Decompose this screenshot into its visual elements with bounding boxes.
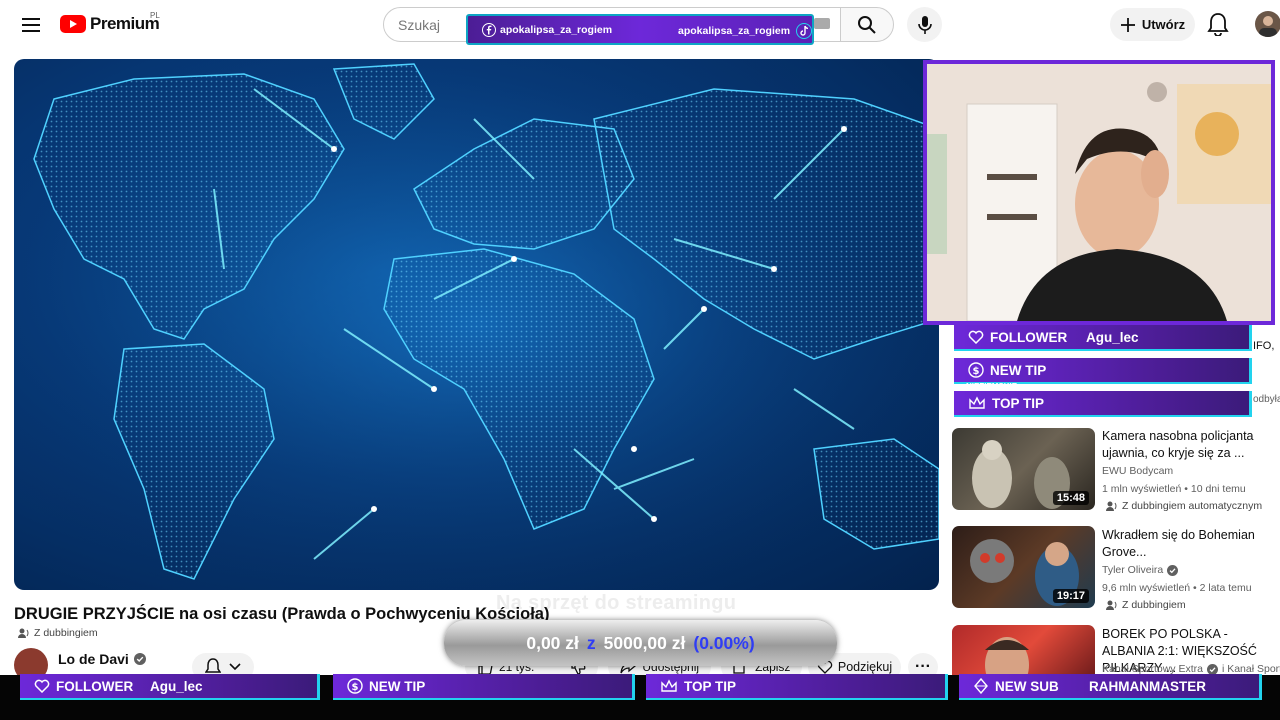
bottom-alert-new-tip: $ NEW TIP	[333, 674, 635, 700]
truncated-meta-fragment: odbyła	[1253, 394, 1280, 405]
alert-type: FOLLOWER	[56, 678, 134, 694]
video-duration: 19:17	[1052, 589, 1089, 603]
svg-text:$: $	[352, 682, 359, 693]
donation-percent: (0.00%)	[693, 632, 755, 653]
recommendation-channel[interactable]: EWU Bodycam	[1102, 465, 1173, 477]
crown-icon	[660, 679, 678, 693]
recommendation-title[interactable]: Wkradłem się do Bohemian Grove...	[1102, 527, 1272, 561]
search-icon	[858, 15, 876, 34]
alert-value: Agu_lec	[1086, 329, 1139, 345]
recommendation-thumbnail[interactable]: 19:17	[952, 526, 1095, 608]
youtube-premium-logo[interactable]: Premium	[60, 14, 160, 34]
recommendation-channel[interactable]: Tyler Oliveira	[1102, 564, 1179, 576]
sidebar-alert-top-tip: TOP TIP	[954, 391, 1252, 417]
recommendation-meta: 9,6 mln wyświetleń • 2 lata temu	[1102, 582, 1252, 594]
search-placeholder: Szukaj	[398, 17, 441, 33]
recommendation-meta: 1 mln wyświetleń • 10 dni temu	[1102, 483, 1246, 495]
diamond-icon	[973, 678, 989, 694]
verified-icon	[1206, 663, 1218, 675]
video-dub-tag: Z dubbingiem	[18, 627, 98, 639]
heart-icon	[968, 330, 984, 344]
chevron-down-icon	[229, 663, 241, 671]
country-code: PL	[150, 11, 160, 20]
webcam-overlay	[923, 60, 1275, 325]
dollar-icon: $	[347, 678, 363, 694]
world-map-video-frame	[14, 59, 939, 590]
search-button[interactable]	[840, 7, 894, 42]
donation-current: 0,00 zł	[526, 632, 579, 653]
recommendation-thumbnail[interactable]	[952, 625, 1095, 680]
alert-value: RAHMANMASTER	[1089, 678, 1206, 694]
play-logo-icon	[60, 15, 86, 33]
alert-type: TOP TIP	[992, 395, 1045, 411]
donation-goal: 5000,00 zł	[603, 632, 686, 653]
bottom-alert-follower: FOLLOWER Agu_lec	[20, 674, 320, 700]
truncated-title-fragment: IFO,	[1253, 340, 1275, 352]
donation-goal-bar: 0,00 zł z 5000,00 zł (0.00%)	[444, 620, 837, 666]
user-avatar[interactable]	[1255, 11, 1280, 37]
donation-separator: z	[586, 632, 596, 653]
facebook-icon	[482, 23, 496, 37]
social-handles-banner: apokalipsa_za_rogiem apokalipsa_za_rogie…	[466, 14, 814, 45]
alert-type: NEW TIP	[990, 362, 1047, 378]
logo-text: Premium	[90, 14, 160, 33]
webcam-feed	[927, 64, 1271, 321]
svg-text:$: $	[973, 366, 980, 377]
create-button[interactable]: Utwórz	[1110, 8, 1195, 41]
alert-type: TOP TIP	[684, 678, 737, 694]
menu-icon[interactable]	[18, 12, 44, 38]
notifications-bell-icon[interactable]	[1207, 12, 1229, 41]
verified-icon	[133, 653, 146, 665]
thumbnail-label-fragment: NIEZIEMSKIE	[966, 382, 1018, 391]
crown-icon	[968, 396, 986, 410]
plus-icon	[1120, 17, 1135, 32]
alert-type: NEW SUB	[995, 678, 1059, 694]
video-duration: 15:48	[1052, 491, 1089, 505]
create-label: Utwórz	[1141, 17, 1186, 32]
channel-name[interactable]: Lo de Davi	[58, 651, 146, 667]
tiktok-handle: apokalipsa_za_rogiem	[678, 23, 813, 39]
bottom-alert-top-tip: TOP TIP	[646, 674, 948, 700]
bottom-alert-new-sub: NEW SUB RAHMANMASTER	[959, 674, 1262, 700]
dollar-icon: $	[968, 362, 984, 378]
recommendation-thumbnail[interactable]: 15:48	[952, 428, 1095, 510]
verified-icon	[1167, 564, 1179, 576]
alert-value: Agu_lec	[150, 678, 203, 694]
sidebar-alert-new-tip: $ NEW TIP	[954, 358, 1252, 384]
recommendation-title[interactable]: Kamera nasobna policjanta ujawnia, co kr…	[1102, 428, 1272, 462]
sidebar-alert-follower: FOLLOWER Agu_lec	[954, 325, 1252, 351]
alert-type: FOLLOWER	[990, 329, 1068, 345]
recommendation-dub-tag: Z dubbingiem	[1106, 599, 1186, 611]
alert-type: NEW TIP	[369, 678, 426, 694]
dubbing-icon	[1106, 501, 1117, 511]
video-player[interactable]	[14, 59, 939, 590]
recommendation-dub-tag: Z dubbingiem automatycznym	[1106, 500, 1262, 512]
voice-search-button[interactable]	[907, 7, 942, 42]
facebook-handle: apokalipsa_za_rogiem	[482, 23, 612, 37]
dubbing-icon	[1106, 600, 1117, 610]
dubbing-icon	[18, 628, 29, 638]
keyboard-icon[interactable]	[814, 18, 830, 29]
tiktok-icon	[796, 23, 813, 39]
microphone-icon	[917, 15, 932, 34]
heart-icon	[34, 679, 50, 693]
